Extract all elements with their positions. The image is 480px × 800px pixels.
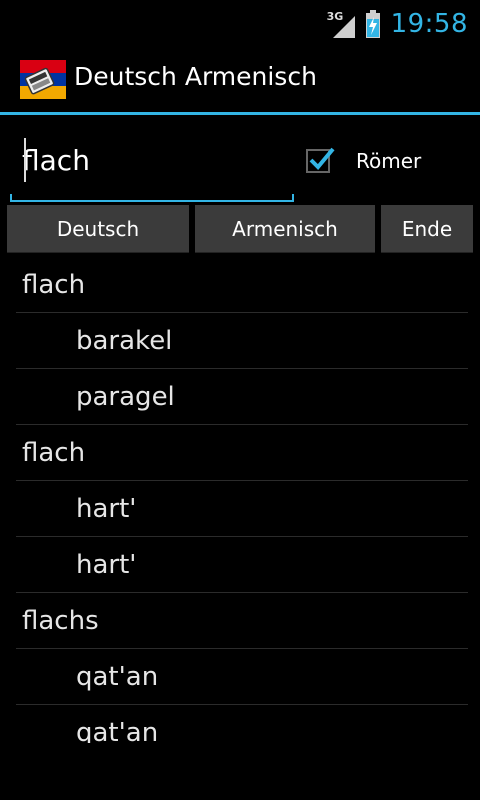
armenian-flag-dictionary-icon[interactable] bbox=[20, 56, 66, 102]
list-item-text: flach bbox=[22, 269, 86, 300]
battery-charging-icon bbox=[365, 10, 381, 38]
list-item-text: hart' bbox=[76, 493, 137, 524]
list-item-heading[interactable]: flach bbox=[16, 425, 468, 481]
list-item-text: paragel bbox=[76, 381, 175, 412]
search-field[interactable] bbox=[10, 130, 296, 202]
list-item-translation[interactable]: hart' bbox=[16, 481, 468, 537]
list-item-text: flach bbox=[22, 437, 86, 468]
roman-checkbox-row[interactable]: Römer bbox=[306, 144, 421, 178]
search-input[interactable] bbox=[22, 138, 292, 182]
results-list[interactable]: flach barakel paragel flach hart' hart' … bbox=[16, 257, 468, 743]
action-bar: Deutsch Armenisch bbox=[0, 48, 480, 112]
deutsch-button[interactable]: Deutsch bbox=[7, 205, 189, 253]
search-underline bbox=[10, 194, 294, 202]
status-icons: 3G 19:58 bbox=[327, 6, 468, 42]
list-item-text: qat'an bbox=[76, 717, 159, 744]
list-item-heading[interactable]: flach bbox=[16, 257, 468, 313]
roman-checkbox[interactable] bbox=[306, 147, 335, 173]
ende-button[interactable]: Ende bbox=[381, 205, 473, 253]
armenisch-button[interactable]: Armenisch bbox=[195, 205, 375, 253]
list-item-translation[interactable]: qat'an bbox=[16, 705, 468, 744]
clock: 19:58 bbox=[390, 9, 468, 39]
list-item-translation[interactable]: paragel bbox=[16, 369, 468, 425]
action-bar-divider bbox=[0, 112, 480, 115]
list-item-text: qat'an bbox=[76, 661, 159, 692]
list-item-translation[interactable]: hart' bbox=[16, 537, 468, 593]
list-item-text: hart' bbox=[76, 549, 137, 580]
list-item-translation[interactable]: barakel bbox=[16, 313, 468, 369]
checkmark-icon bbox=[309, 147, 335, 170]
roman-checkbox-label[interactable]: Römer bbox=[356, 149, 421, 173]
list-item-heading[interactable]: flachs bbox=[16, 593, 468, 649]
list-item-text: flachs bbox=[22, 605, 99, 636]
language-buttons: Deutsch Armenisch Ende bbox=[0, 205, 480, 253]
signal-icon: 3G bbox=[327, 10, 355, 38]
text-cursor bbox=[24, 138, 26, 182]
app-title: Deutsch Armenisch bbox=[74, 62, 317, 91]
list-item-translation[interactable]: qat'an bbox=[16, 649, 468, 705]
list-item-text: barakel bbox=[76, 325, 173, 356]
status-bar: 3G 19:58 bbox=[0, 0, 480, 48]
